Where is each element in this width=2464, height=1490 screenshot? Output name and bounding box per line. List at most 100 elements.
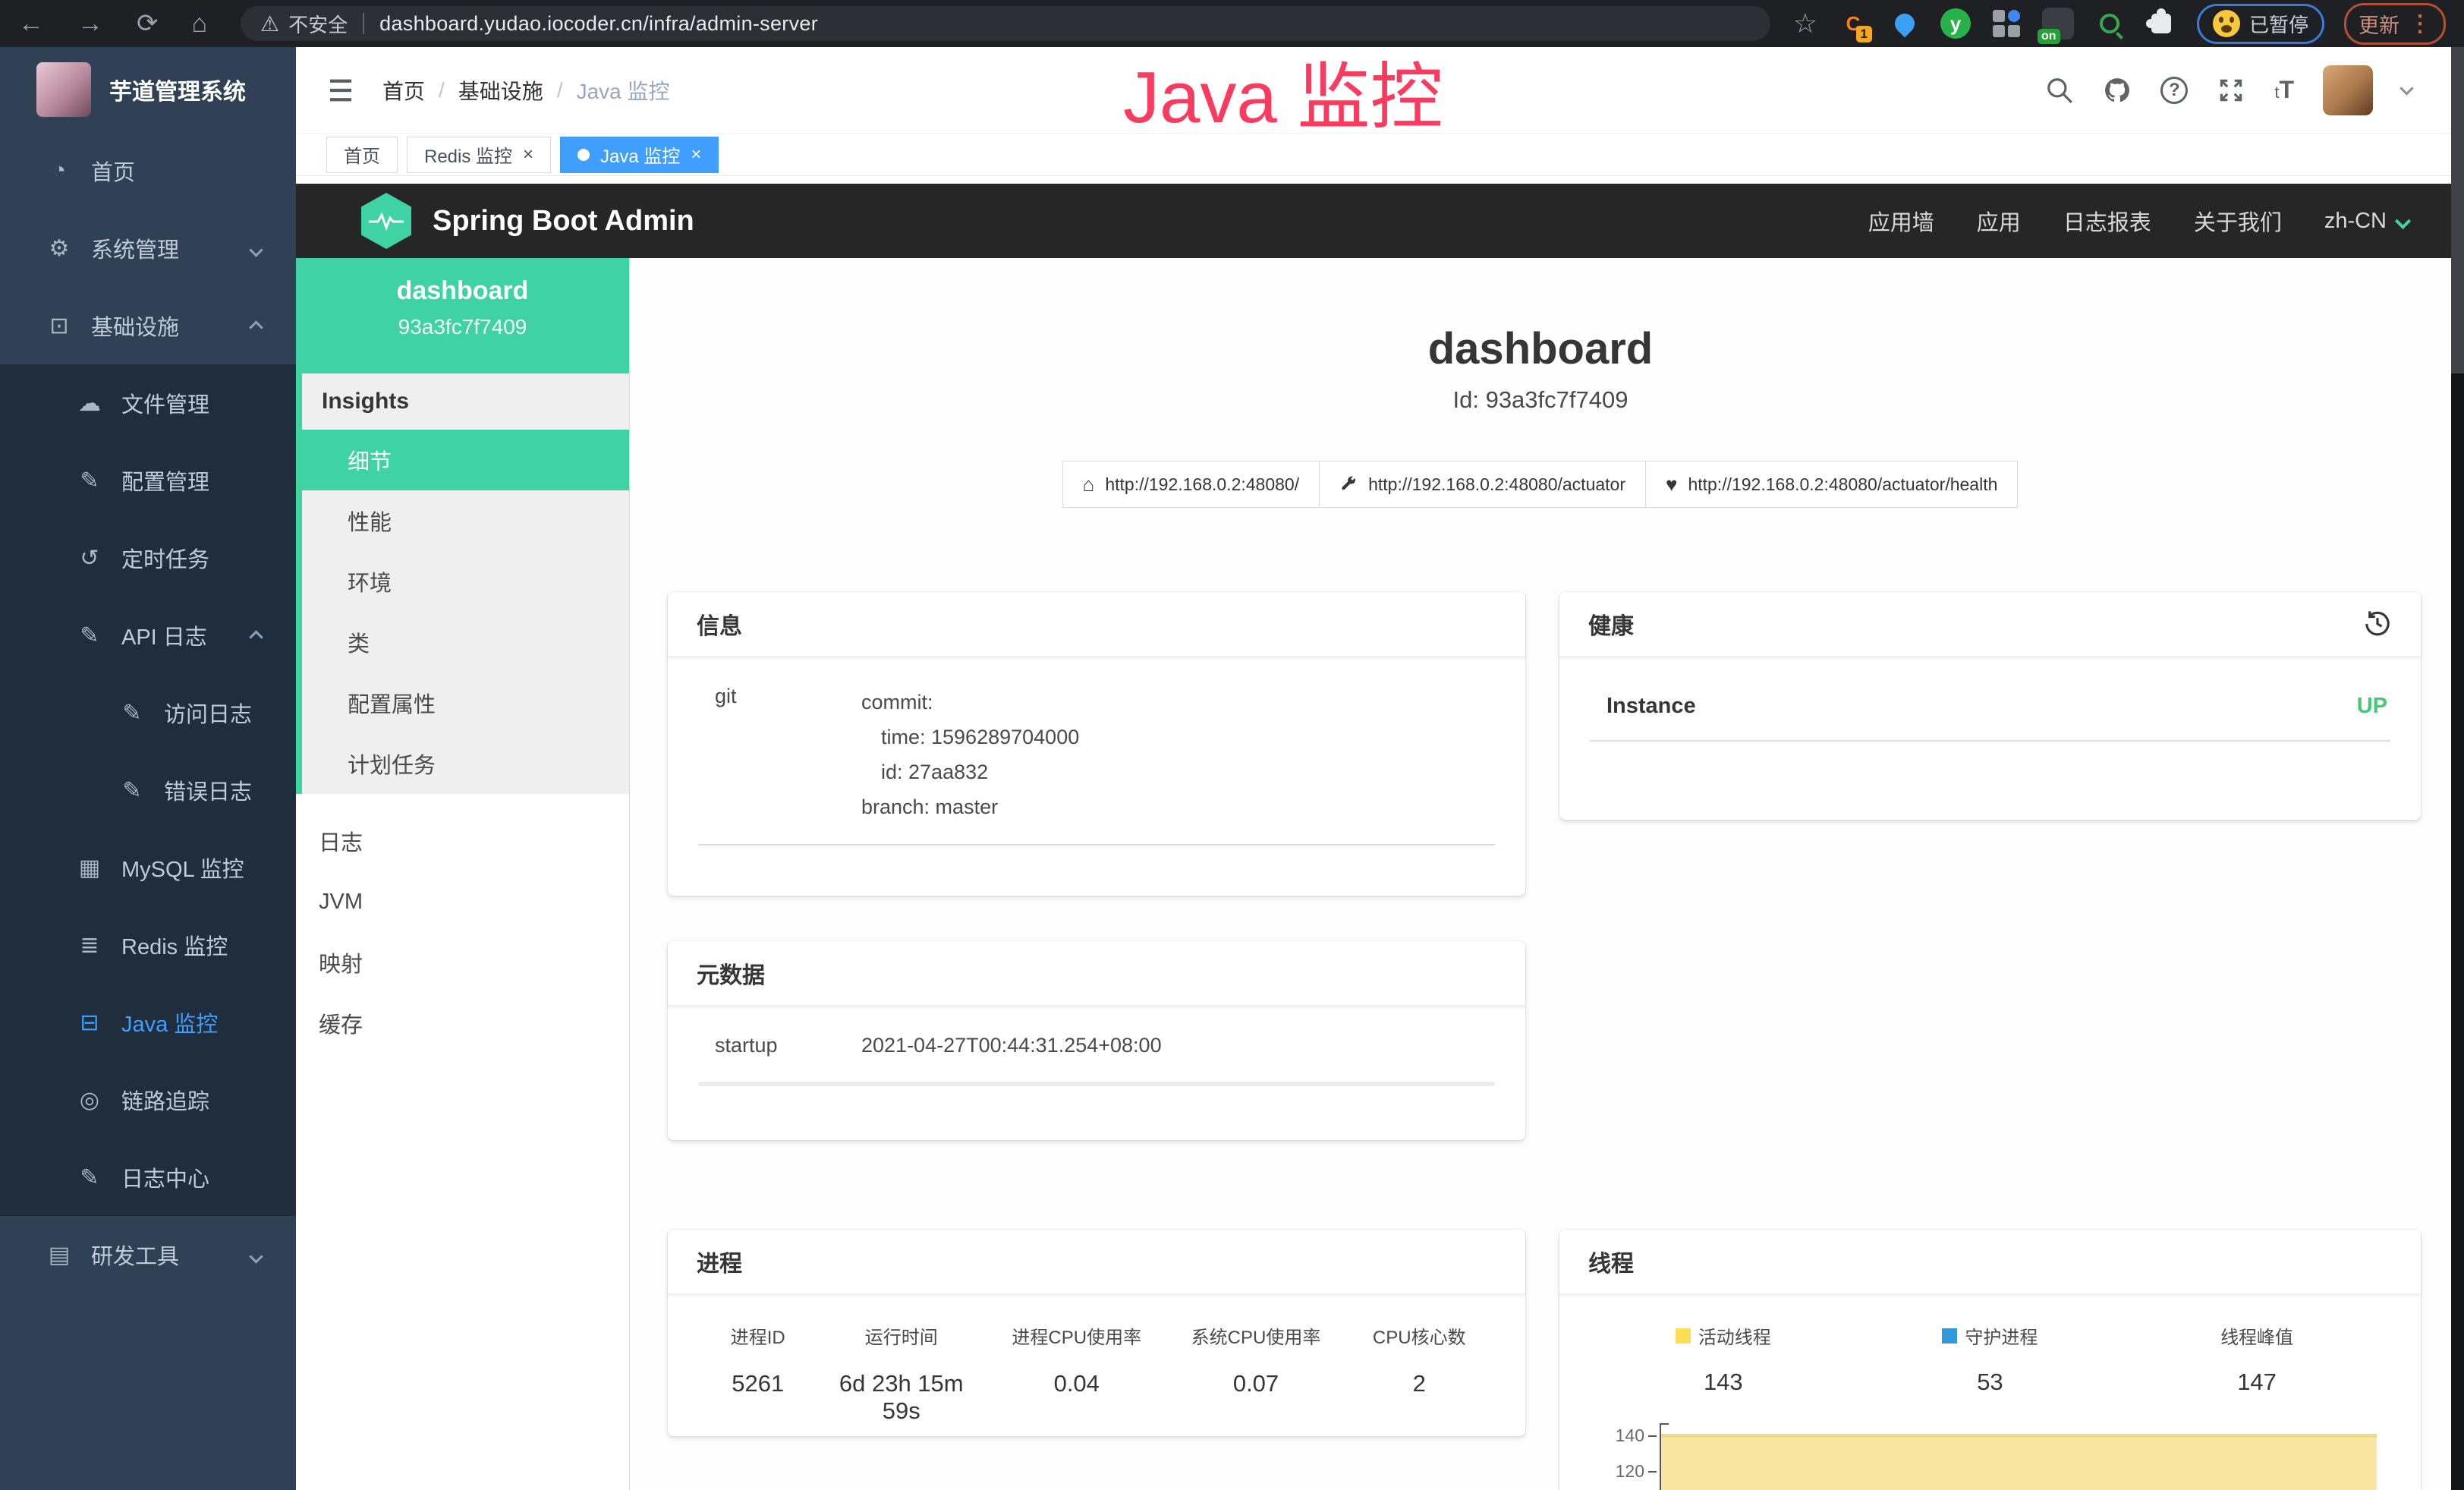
sba-content: dashboard Id: 93a3fc7f7409 ⌂ http://192.…: [630, 258, 2451, 1490]
pid-value: 5261: [698, 1370, 818, 1397]
page-scrollbar[interactable]: [2451, 47, 2464, 1490]
profile-emoji-icon: [2213, 10, 2240, 37]
threads-card-header: 线程: [1559, 1230, 2421, 1295]
git-row: git commit: time: 1596289704000 id: 27aa…: [698, 685, 1495, 846]
sba-brand-title: Spring Boot Admin: [433, 205, 694, 238]
github-icon[interactable]: [2103, 76, 2132, 105]
browser-menu-icon[interactable]: ⋮: [2409, 11, 2431, 37]
sidebar-item-api-log[interactable]: ✎ API 日志: [0, 597, 296, 674]
collapse-sidebar-icon[interactable]: [325, 74, 357, 106]
security-label[interactable]: 不安全: [288, 10, 348, 38]
sba-language-select[interactable]: zh-CN: [2324, 209, 2409, 234]
fullscreen-icon[interactable]: [2217, 76, 2245, 105]
instance-health-row: Instance UP: [1590, 694, 2390, 742]
sidebar-item-mysql[interactable]: ▦ MySQL 监控: [0, 829, 296, 906]
sba-tab-properties[interactable]: 配置属性: [302, 673, 629, 733]
endpoint-health-link[interactable]: ♥ http://192.168.0.2:48080/actuator/heal…: [1645, 461, 2018, 508]
sidebar-item-home[interactable]: ◔ 首页: [0, 132, 296, 209]
extension-grid-icon[interactable]: [1990, 8, 2022, 39]
forward-icon[interactable]: →: [77, 11, 103, 36]
sidebar-item-trace[interactable]: ◎ 链路追踪: [0, 1061, 296, 1139]
endpoint-actuator-link[interactable]: http://192.168.0.2:48080/actuator: [1319, 461, 1646, 508]
sidebar-item-config[interactable]: ✎ 配置管理: [0, 442, 296, 519]
not-secure-warning-icon: ⚠: [260, 11, 279, 36]
extension-magnifier-icon[interactable]: [2094, 8, 2126, 39]
endpoint-links: ⌂ http://192.168.0.2:48080/ http://192.1…: [630, 461, 2451, 508]
address-bar[interactable]: ⚠ 不安全 dashboard.yudao.iocoder.cn/infra/a…: [241, 6, 1770, 41]
chevron-up-icon: [251, 313, 261, 339]
health-card: 健康 Instance UP: [1559, 592, 2421, 820]
search-icon[interactable]: [2045, 76, 2074, 105]
threads-chart: 140 120 100: [1590, 1422, 2390, 1490]
sidebar-item-access-log[interactable]: ✎ 访问日志: [0, 674, 296, 751]
extension-on-icon[interactable]: on: [2042, 8, 2074, 39]
sba-nav-journal[interactable]: 日志报表: [2063, 205, 2151, 237]
status-badge: UP: [2357, 694, 2387, 719]
sidebar-item-java[interactable]: ⊟ Java 监控: [0, 984, 296, 1061]
process-card-body: 进程ID5261 运行时间6d 23h 15m 59s 进程CPU使用率0.04…: [668, 1295, 1525, 1425]
sidebar-item-redis[interactable]: ≣ Redis 监控: [0, 906, 296, 984]
daemon-threads-legend-swatch: [1942, 1328, 1957, 1344]
endpoint-home-link[interactable]: ⌂ http://192.168.0.2:48080/: [1062, 461, 1320, 508]
tab-java[interactable]: Java 监控×: [560, 137, 719, 173]
pid-label: 进程ID: [698, 1322, 818, 1349]
breadcrumb-section[interactable]: 基础设施: [458, 75, 543, 106]
extension-green-icon[interactable]: y: [1940, 8, 1971, 39]
java-monitor-icon: ⊟: [73, 1010, 106, 1036]
sidebar-item-system[interactable]: ⚙ 系统管理: [0, 209, 296, 287]
font-size-icon[interactable]: tT: [2274, 76, 2294, 104]
layers-icon: ≣: [73, 932, 106, 959]
history-icon[interactable]: [2363, 610, 2392, 638]
sba-tab-performance[interactable]: 性能: [302, 490, 629, 551]
sba-instance-block[interactable]: dashboard 93a3fc7f7409: [296, 258, 629, 373]
scrollbar-thumb[interactable]: [2451, 47, 2464, 373]
sba-nav-wallboard[interactable]: 应用墙: [1868, 205, 1934, 237]
sidebar-item-infra[interactable]: ⊡ 基础设施: [0, 287, 296, 364]
back-icon[interactable]: ←: [18, 11, 44, 36]
sba-nav-applications[interactable]: 应用: [1977, 205, 2021, 237]
avatar-caret-icon[interactable]: [2402, 83, 2412, 97]
threads-card-body: 活动线程 143 守护进程 53 线程峰值 147 140 120 100: [1559, 1295, 2421, 1490]
sidebar-item-job[interactable]: ↺ 定时任务: [0, 519, 296, 597]
breadcrumb-home[interactable]: 首页: [382, 75, 425, 106]
avatar[interactable]: [2323, 65, 2373, 115]
sba-tab-environment[interactable]: 环境: [302, 551, 629, 612]
extension-colorzilla-icon[interactable]: C1: [1837, 8, 1869, 39]
insights-group: Insights 细节 性能 环境 类 配置属性 计划任务: [296, 373, 629, 794]
sba-tab-log[interactable]: 日志: [296, 811, 629, 871]
cpu-cores-value: 2: [1344, 1370, 1496, 1397]
close-icon[interactable]: ×: [691, 144, 701, 165]
sba-tab-scheduled-tasks[interactable]: 计划任务: [302, 733, 629, 794]
url-text[interactable]: dashboard.yudao.iocoder.cn/infra/admin-s…: [379, 12, 818, 36]
paused-label: 已暂停: [2249, 10, 2308, 38]
extension-pin-icon[interactable]: [1889, 8, 1921, 39]
peak-threads-value: 147: [2237, 1369, 2277, 1396]
heartbeat-icon: ♥: [1666, 474, 1677, 494]
sba-tab-jvm[interactable]: JVM: [296, 871, 629, 932]
bookmark-star-icon[interactable]: ☆: [1793, 8, 1817, 39]
sidebar-item-error-log[interactable]: ✎ 错误日志: [0, 751, 296, 829]
tab-redis[interactable]: Redis 监控×: [407, 137, 551, 173]
y-tick-140: 140: [1590, 1426, 1644, 1444]
sidebar-item-file[interactable]: ☁ 文件管理: [0, 364, 296, 442]
sidebar-item-devtool[interactable]: ▤ 研发工具: [0, 1216, 296, 1293]
peak-threads-label: 线程峰值: [2220, 1322, 2293, 1349]
sidebar-submenu-infra: ☁ 文件管理 ✎ 配置管理 ↺ 定时任务 ✎ API 日志 ✎ 访问日志 ✎ 错…: [0, 364, 296, 1216]
sidebar-item-log-center[interactable]: ✎ 日志中心: [0, 1139, 296, 1216]
sba-nav-about[interactable]: 关于我们: [2194, 205, 2282, 237]
extensions-puzzle-icon[interactable]: [2145, 8, 2177, 39]
browser-extensions-cluster: ☆ C1 y on 已暂停 更新 ⋮: [1793, 3, 2446, 45]
insights-section-label: Insights: [302, 373, 629, 430]
help-icon[interactable]: ?: [2160, 77, 2188, 104]
sba-tab-caches[interactable]: 缓存: [296, 993, 629, 1054]
profile-paused-chip[interactable]: 已暂停: [2197, 4, 2324, 44]
tab-home[interactable]: 首页: [326, 137, 398, 173]
sba-tab-mappings[interactable]: 映射: [296, 932, 629, 993]
sba-tab-classes[interactable]: 类: [302, 612, 629, 673]
browser-home-icon[interactable]: ⌂: [192, 11, 208, 36]
sba-tab-details[interactable]: 细节: [302, 430, 629, 490]
browser-update-button[interactable]: 更新 ⋮: [2344, 3, 2446, 45]
close-icon[interactable]: ×: [523, 144, 533, 165]
reload-icon[interactable]: ⟳: [137, 11, 159, 36]
instance-title: dashboard: [630, 323, 2451, 374]
